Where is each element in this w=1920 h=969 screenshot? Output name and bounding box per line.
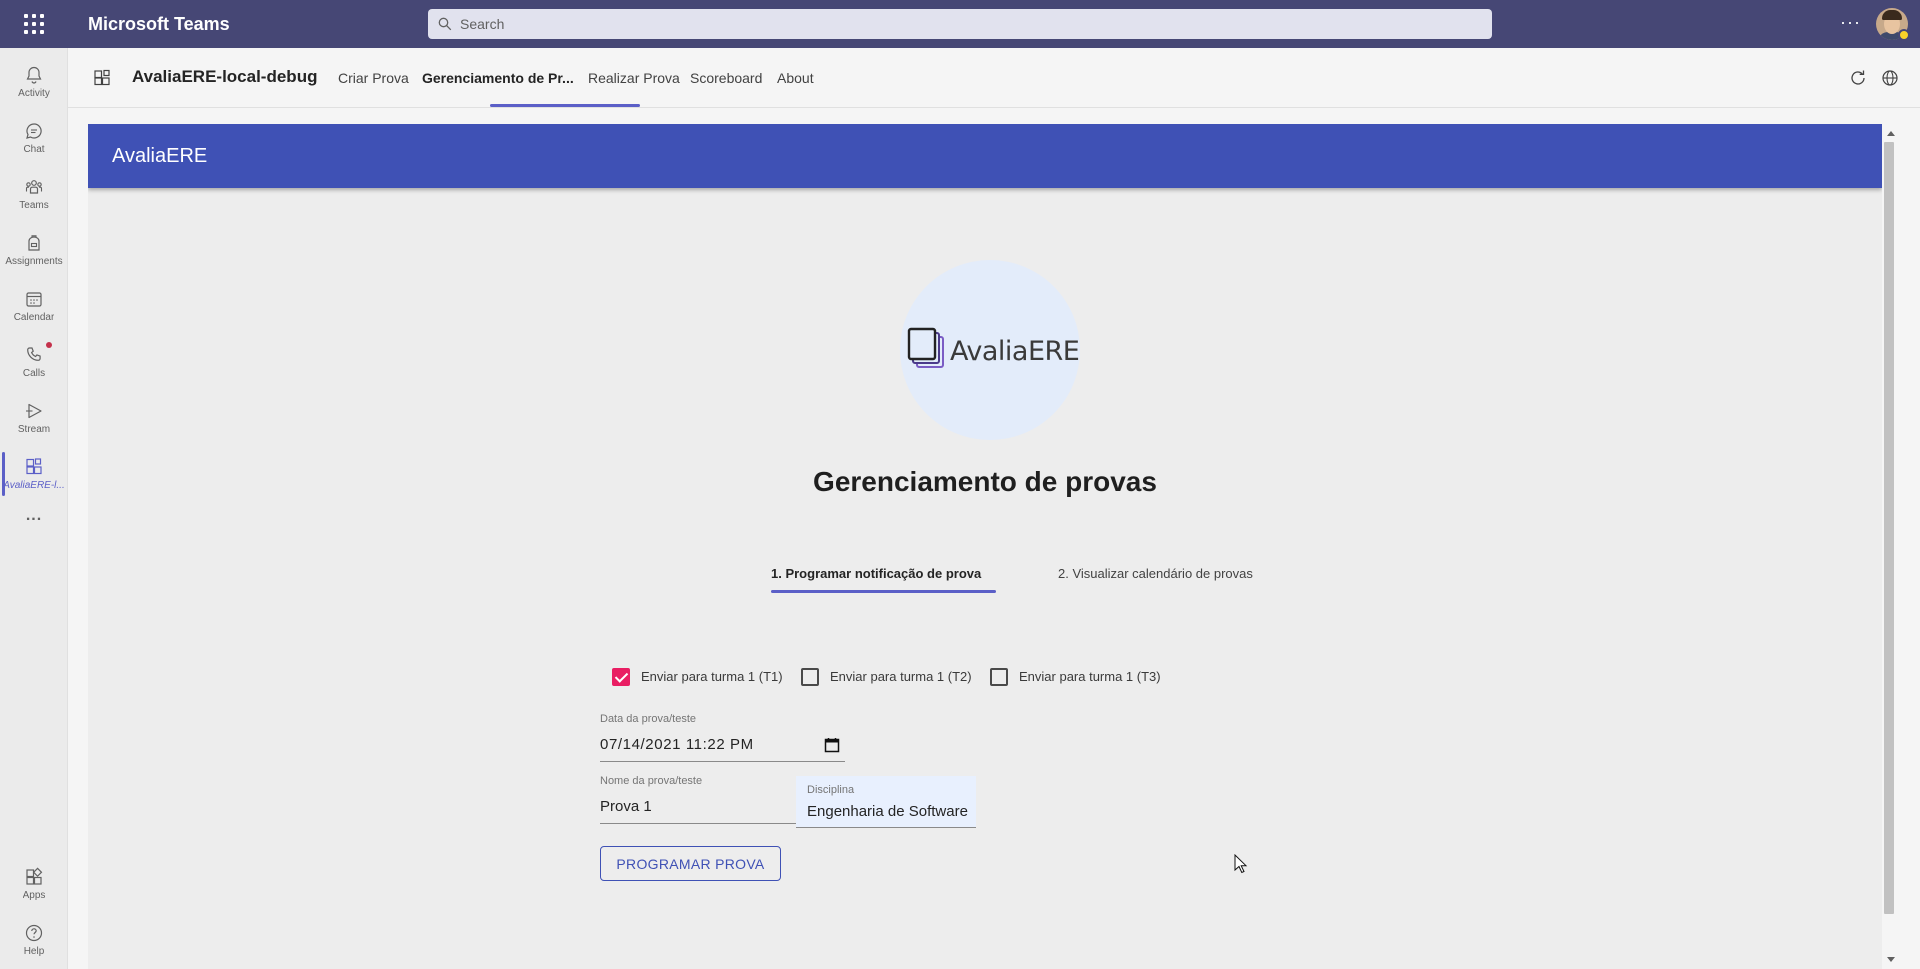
app-name: AvaliaERE-local-debug	[132, 67, 318, 86]
checkbox-label: Enviar para turma 1 (T2)	[830, 669, 972, 684]
rail-item-calls[interactable]: Calls	[0, 334, 68, 390]
step-programar[interactable]: 1. Programar notificação de prova	[771, 566, 981, 581]
bell-icon	[26, 66, 42, 84]
discipline-field-value[interactable]: Engenharia de Software	[807, 803, 968, 820]
more-horizontal-icon: ...	[25, 507, 43, 524]
logo-icon	[907, 327, 944, 368]
mouse-cursor-icon	[1234, 854, 1248, 874]
globe-icon[interactable]	[1880, 68, 1900, 88]
presence-status-icon	[1898, 29, 1910, 41]
rail-item-help[interactable]: Help	[0, 912, 68, 968]
more-options-button[interactable]: ···	[1840, 12, 1861, 33]
banner-title: AvaliaERE	[112, 145, 208, 167]
checkbox-t1[interactable]	[612, 668, 630, 686]
rail-item-assignments[interactable]: Assignments	[0, 222, 68, 278]
scrollbar-thumb[interactable]	[1884, 142, 1894, 914]
app-header: AvaliaERE-local-debug Criar Prova Gerenc…	[68, 48, 1920, 108]
rail-label: Stream	[17, 424, 51, 435]
left-rail: Activity Chat Teams Assignments Calendar…	[0, 48, 68, 969]
search-input[interactable]: Search	[460, 16, 504, 32]
date-field-underline	[600, 761, 845, 762]
search-box[interactable]: Search	[428, 9, 1492, 39]
rail-item-avaliaere[interactable]: AvaliaERE-l...	[0, 446, 68, 502]
waffle-icon	[24, 14, 44, 34]
search-icon	[438, 17, 452, 31]
app-title: Microsoft Teams	[88, 13, 230, 34]
rail-item-calendar[interactable]: Calendar	[0, 278, 68, 334]
rail-label: Apps	[22, 890, 46, 901]
app-grid-icon	[26, 458, 42, 475]
date-field-label: Data da prova/teste	[600, 713, 697, 725]
apps-icon	[26, 867, 43, 885]
title-bar: Microsoft Teams Search ···	[0, 0, 1920, 48]
date-field[interactable]: 07/14/2021 11:22 PM	[600, 736, 754, 753]
page-title: Gerenciamento de provas	[813, 466, 1157, 497]
rail-item-teams[interactable]: Teams	[0, 166, 68, 222]
rail-label: Calendar	[13, 312, 55, 323]
rail-item-chat[interactable]: Chat	[0, 110, 68, 166]
notification-badge	[46, 342, 52, 348]
rail-label: Help	[23, 946, 45, 957]
app-grid-icon	[94, 69, 110, 86]
active-tab-indicator	[490, 104, 640, 107]
scroll-up-arrow-icon[interactable]	[1887, 131, 1895, 136]
tab-criar-prova[interactable]: Criar Prova	[338, 70, 409, 86]
checkbox-label: Enviar para turma 1 (T3)	[1019, 669, 1161, 684]
name-field-label: Nome da prova/teste	[600, 775, 703, 787]
step-calendario[interactable]: 2. Visualizar calendário de provas	[1058, 566, 1253, 581]
app-banner: AvaliaERE	[88, 124, 1882, 188]
logo-text: AvaliaERE	[950, 336, 1080, 367]
rail-label: Chat	[23, 144, 45, 155]
chat-icon	[26, 123, 42, 139]
play-icon	[26, 403, 42, 419]
checkbox-t3[interactable]	[990, 668, 1008, 686]
discipline-field-label: Disciplina	[807, 784, 855, 796]
tab-scoreboard[interactable]: Scoreboard	[690, 70, 762, 86]
programar-prova-button[interactable]: PROGRAMAR PROVA	[600, 846, 781, 881]
active-step-indicator	[771, 590, 996, 593]
rail-label: AvaliaERE-l...	[3, 480, 65, 491]
backpack-icon	[28, 235, 40, 251]
tab-gerenciamento[interactable]: Gerenciamento de Pr...	[422, 70, 574, 86]
calendar-picker-icon[interactable]	[824, 737, 840, 753]
app-launcher-button[interactable]	[0, 0, 68, 48]
rail-more-button[interactable]: ...	[0, 496, 68, 536]
teams-icon	[25, 180, 43, 194]
calendar-icon	[26, 292, 42, 307]
rail-item-activity[interactable]: Activity	[0, 54, 68, 110]
help-icon	[25, 924, 43, 942]
refresh-icon[interactable]	[1848, 68, 1868, 88]
rail-label: Calls	[22, 368, 46, 379]
phone-icon	[27, 347, 41, 361]
rail-label: Activity	[18, 88, 50, 99]
checkbox-t2[interactable]	[801, 668, 819, 686]
app-content: AvaliaERE AvaliaERE Gerenciamento de pro…	[88, 124, 1882, 969]
tab-about[interactable]: About	[777, 70, 814, 86]
name-field-underline	[600, 823, 796, 824]
rail-label: Assignments	[5, 256, 63, 267]
rail-label: Teams	[19, 200, 49, 211]
name-field[interactable]: Prova 1	[600, 798, 652, 815]
rail-item-stream[interactable]: Stream	[0, 390, 68, 446]
checkbox-label: Enviar para turma 1 (T1)	[641, 669, 783, 684]
tab-realizar-prova[interactable]: Realizar Prova	[588, 70, 680, 86]
scroll-down-arrow-icon[interactable]	[1887, 957, 1895, 962]
rail-item-apps[interactable]: Apps	[0, 856, 68, 912]
